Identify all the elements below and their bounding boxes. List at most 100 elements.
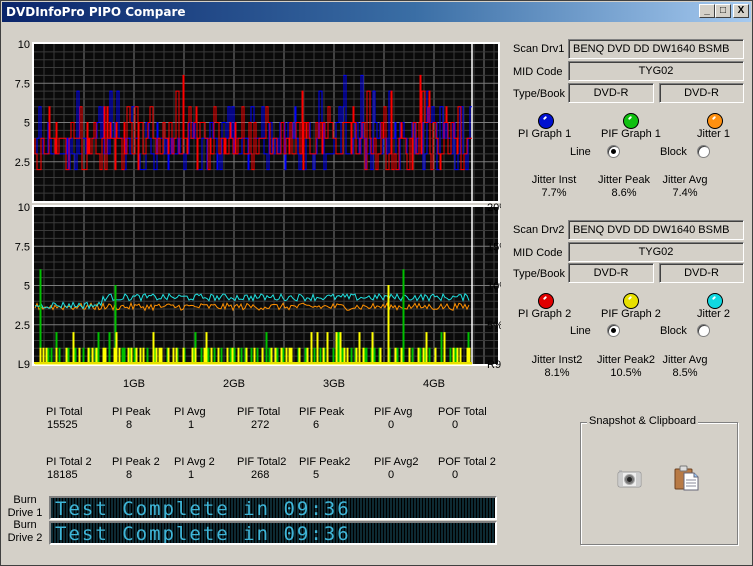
pif-y-tick-label: 10 (18, 202, 30, 214)
stat-stats2-4: PIF Peak2 5 (299, 456, 361, 482)
block2-label: Block (660, 325, 687, 337)
jitter1-label: Jitter 1 (697, 128, 731, 140)
line2-radio[interactable] (607, 324, 620, 337)
pi-y-tick-label: 2.5 (15, 157, 30, 169)
pif-graph2-led[interactable] (623, 293, 639, 309)
stat-stats1-3: PIF Total 272 (237, 406, 299, 432)
stat-stats2-5: PIF Avg2 0 (374, 456, 436, 482)
stat-label: PI Avg (174, 406, 206, 418)
x-tick-label: 1GB (123, 378, 145, 390)
stat-value: 0 (388, 469, 395, 481)
block1-label: Block (660, 146, 687, 158)
stat-label: PI Avg 2 (174, 456, 215, 468)
stat-stats2-6: POF Total 20 (438, 456, 500, 482)
stat-value: 0 (388, 419, 395, 431)
clipboard-button[interactable] (674, 465, 700, 491)
stat-stats1-0: PI Total 15525 (46, 406, 108, 432)
burn-drive1-status: Test Complete in 09:36 (55, 498, 351, 520)
stat-value: 5 (313, 469, 320, 481)
book1-field: DVD-R (659, 83, 744, 103)
jitter-inst1: Jitter Inst 7.7% (529, 174, 579, 200)
maximize-icon: □ (719, 5, 727, 16)
type-book2-label: Type/Book (513, 268, 565, 280)
scan-drv1-label: Scan Drv1 (513, 43, 565, 55)
pi-graph1-led[interactable] (538, 113, 554, 129)
stat-stats1-1: PI Peak 8 (112, 406, 174, 432)
pif-graph1-label: PIF Graph 1 (601, 128, 661, 140)
jitter-avg1: Jitter Avg 7.4% (660, 174, 710, 200)
stat-value: 1 (188, 419, 195, 431)
snapshot-button[interactable] (617, 469, 643, 489)
pif-y-tick-label: L9 (18, 359, 30, 371)
close-button[interactable]: X (733, 4, 749, 18)
stat-stats2-3: PIF Total2 268 (237, 456, 299, 482)
burn-drive1-status-display: Test Complete in 09:36 (49, 496, 497, 520)
stat-label: PIF Total2 (237, 456, 287, 468)
type-book1-label: Type/Book (513, 88, 565, 100)
jitter-inst1-value: 7.7% (541, 187, 567, 199)
charts-area: 10 7.5 5 2.5 10 7.5 5 2.5 L9 20% 15% 10% 5% R9 1GB 2GB 3… (15, 39, 501, 390)
stat-label: PI Total (46, 406, 83, 418)
stat-label: PI Peak 2 (112, 456, 160, 468)
x-tick-label: 2GB (223, 378, 245, 390)
stat-value: 272 (251, 419, 270, 431)
jitter-y-tick-label: R9 (487, 359, 501, 371)
pif-y-tick-label: 7.5 (15, 241, 30, 253)
pif-y-tick-label: 2.5 (15, 320, 30, 332)
stat-stats1-2: PI Avg 1 (174, 406, 236, 432)
stat-value: 18185 (47, 469, 78, 481)
pi-y-tick-label: 10 (18, 39, 30, 51)
stat-value: 268 (251, 469, 270, 481)
snapshot-clipboard-title: Snapshot & Clipboard (587, 415, 699, 427)
jitter2-label: Jitter 2 (697, 308, 731, 320)
pif-y-tick-label: 5 (24, 281, 30, 293)
stat-value: 6 (313, 419, 320, 431)
mid-code2-field: TYG02 (568, 242, 744, 262)
title-bar[interactable]: DVDInfoPro PIPO Compare _ □ X (2, 2, 751, 22)
line2-label: Line (570, 325, 591, 337)
jitter1-led[interactable] (707, 113, 723, 129)
jitter-avg1-value: 7.4% (672, 187, 698, 199)
burn-drive2-label: Burn Drive 2 (3, 519, 47, 545)
jitter-y-tick-label: 15% (487, 241, 501, 253)
stat-value: 15525 (47, 419, 78, 431)
type2-field: DVD-R (568, 263, 654, 283)
scan-drv2-label: Scan Drv2 (513, 224, 565, 236)
minimize-icon: _ (704, 5, 710, 16)
mid-code1-field: TYG02 (568, 61, 744, 81)
stat-value: 1 (188, 469, 195, 481)
stat-stats2-2: PI Avg 21 (174, 456, 236, 482)
stat-label: PIF Avg (374, 406, 413, 418)
type1-field: DVD-R (568, 83, 654, 103)
pi-y-tick-label: 7.5 (15, 78, 30, 90)
stat-value: 8 (126, 469, 133, 481)
stat-label: POF Total (438, 406, 487, 418)
stat-label: PIF Total (237, 406, 281, 418)
stat-stats1-5: PIF Avg 0 (374, 406, 436, 432)
pif-graph1-led[interactable] (623, 113, 639, 129)
pi-y-tick-label: 5 (24, 118, 30, 130)
maximize-button[interactable]: □ (715, 4, 731, 18)
block2-radio[interactable] (697, 324, 710, 337)
stat-stats2-1: PI Peak 28 (112, 456, 174, 482)
window-title: DVDInfoPro PIPO Compare (6, 5, 186, 19)
pi-graph2-led[interactable] (538, 293, 554, 309)
jitter-inst2-label: Jitter Inst2 (531, 354, 583, 366)
jitter-peak2-label: Jitter Peak2 (596, 354, 656, 366)
burn-drive2-status: Test Complete in 09:36 (55, 523, 351, 545)
burn-drive2-label-line1: Burn (13, 519, 37, 531)
jitter-inst1-label: Jitter Inst (531, 174, 577, 186)
line1-label: Line (570, 146, 591, 158)
jitter-avg2-label: Jitter Avg (662, 354, 708, 366)
minimize-button[interactable]: _ (699, 4, 715, 18)
pi-graph2-label: PI Graph 2 (518, 308, 572, 320)
stat-label: PIF Avg2 (374, 456, 419, 468)
block1-radio[interactable] (697, 145, 710, 158)
jitter2-led[interactable] (707, 293, 723, 309)
line1-radio[interactable] (607, 145, 620, 158)
jitter-y-tick-label: 5% (487, 320, 501, 332)
stat-label: PI Total 2 (46, 456, 92, 468)
stat-value: 0 (452, 419, 459, 431)
x-tick-label: 3GB (323, 378, 345, 390)
jitter-peak1-value: 8.6% (611, 187, 637, 199)
